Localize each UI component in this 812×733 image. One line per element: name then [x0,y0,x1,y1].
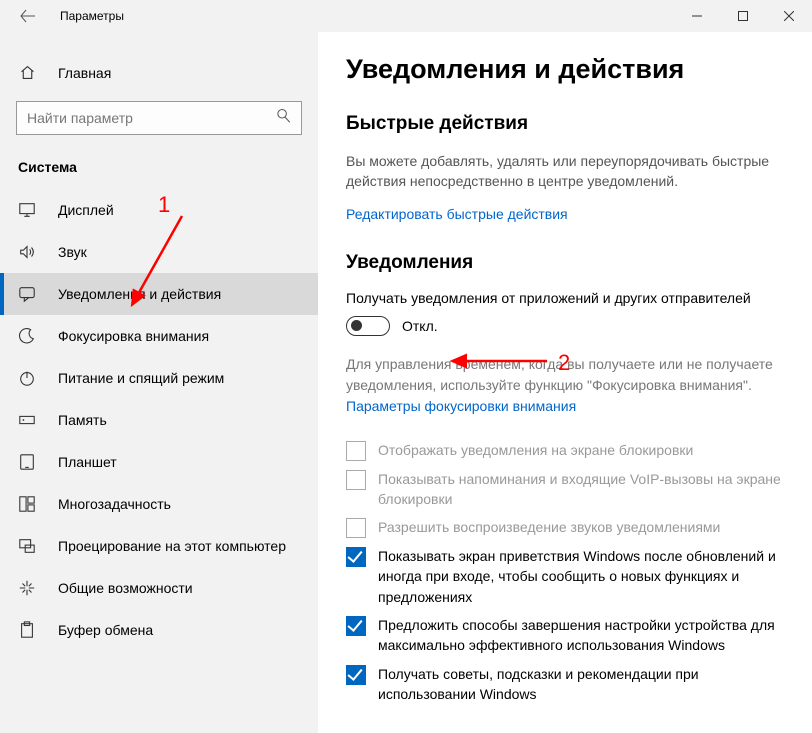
check-row-reminders-voip: Показывать напоминания и входящие VoIP-в… [346,469,784,510]
notification-icon [18,285,36,303]
sidebar-item-multitasking[interactable]: Многозадачность [0,483,318,525]
sidebar-item-label: Общие возможности [58,580,193,596]
projecting-icon [18,537,36,555]
sidebar-item-notifications[interactable]: Уведомления и действия [0,273,318,315]
multitasking-icon [18,495,36,513]
checkbox-label: Показывать экран приветствия Windows пос… [378,546,784,607]
window-title: Параметры [60,9,124,23]
notifications-section: Уведомления Получать уведомления от прил… [346,252,784,705]
sidebar-item-label: Память [58,412,107,428]
sidebar-group-header: Система [0,159,318,189]
get-notifications-label: Получать уведомления от приложений и дру… [346,290,784,306]
focus-assist-desc: Для управления временем, когда вы получа… [346,354,784,396]
sidebar-item-label: Буфер обмена [58,622,153,638]
checkbox-finish-setup[interactable] [346,616,366,636]
page-title: Уведомления и действия [346,54,784,85]
close-button[interactable] [766,0,812,32]
sound-icon [18,243,36,261]
sidebar-home[interactable]: Главная [0,56,318,89]
checkbox-lockscreen-notifications[interactable] [346,441,366,461]
get-notifications-toggle-row: Откл. [346,316,784,336]
checkbox-label: Показывать напоминания и входящие VoIP-в… [378,469,784,510]
sidebar-item-clipboard[interactable]: Буфер обмена [0,609,318,651]
checkbox-label: Отображать уведомления на экране блокиро… [378,440,784,460]
power-icon [18,369,36,387]
check-row-welcome-experience: Показывать экран приветствия Windows пос… [346,546,784,607]
content-area: Уведомления и действия Быстрые действия … [318,32,812,733]
moon-icon [18,327,36,345]
minimize-icon [692,11,702,21]
quick-actions-section: Быстрые действия Вы можете добавлять, уд… [346,113,784,222]
sidebar-home-label: Главная [58,65,111,81]
checkbox-label: Предложить способы завершения настройки … [378,615,784,656]
sidebar-item-label: Питание и спящий режим [58,370,224,386]
sidebar-item-label: Планшет [58,454,117,470]
sidebar-item-label: Проецирование на этот компьютер [58,538,286,554]
search-icon [276,109,292,128]
window-controls [674,0,812,32]
search-wrap [16,101,302,135]
close-icon [784,11,794,21]
checkbox-tips[interactable] [346,665,366,685]
sidebar-item-power[interactable]: Питание и спящий режим [0,357,318,399]
sidebar-item-label: Уведомления и действия [58,286,221,302]
get-notifications-toggle[interactable] [346,316,390,336]
sidebar-item-label: Многозадачность [58,496,171,512]
settings-window: Параметры Главная Система Дисплей [0,0,812,733]
window-body: Главная Система Дисплей Звук Уведомления… [0,32,812,733]
display-icon [18,201,36,219]
minimize-button[interactable] [674,0,720,32]
check-row-finish-setup: Предложить способы завершения настройки … [346,615,784,656]
check-row-sounds: Разрешить воспроизведение звуков уведомл… [346,517,784,538]
sidebar-item-label: Дисплей [58,202,114,218]
tablet-icon [18,453,36,471]
titlebar: Параметры [0,0,812,32]
sidebar-item-focus-assist[interactable]: Фокусировка внимания [0,315,318,357]
maximize-icon [738,11,748,21]
notifications-heading: Уведомления [346,252,784,274]
toggle-state-label: Откл. [402,318,438,334]
arrow-left-icon [20,8,36,24]
sidebar-item-sound[interactable]: Звук [0,231,318,273]
sidebar-item-display[interactable]: Дисплей [0,189,318,231]
sidebar: Главная Система Дисплей Звук Уведомления… [0,32,318,733]
checkbox-label: Получать советы, подсказки и рекомендаци… [378,664,784,705]
sidebar-item-label: Звук [58,244,87,260]
home-icon [18,64,36,81]
focus-assist-settings-link[interactable]: Параметры фокусировки внимания [346,398,576,414]
sidebar-item-storage[interactable]: Память [0,399,318,441]
storage-icon [18,411,36,429]
checkbox-reminders-voip[interactable] [346,470,366,490]
sidebar-item-projecting[interactable]: Проецирование на этот компьютер [0,525,318,567]
maximize-button[interactable] [720,0,766,32]
quick-actions-desc: Вы можете добавлять, удалять или переупо… [346,151,784,192]
back-button[interactable] [16,8,40,24]
sidebar-item-tablet[interactable]: Планшет [0,441,318,483]
sidebar-item-shared-experiences[interactable]: Общие возможности [0,567,318,609]
sidebar-item-label: Фокусировка внимания [58,328,209,344]
clipboard-icon [18,621,36,639]
shared-icon [18,579,36,597]
check-row-lockscreen-notifications: Отображать уведомления на экране блокиро… [346,440,784,461]
edit-quick-actions-link[interactable]: Редактировать быстрые действия [346,206,568,222]
checkbox-label: Разрешить воспроизведение звуков уведомл… [378,517,784,537]
quick-actions-heading: Быстрые действия [346,113,784,135]
checkbox-welcome-experience[interactable] [346,547,366,567]
checkbox-notification-sounds[interactable] [346,518,366,538]
check-row-tips: Получать советы, подсказки и рекомендаци… [346,664,784,705]
search-input[interactable] [16,101,302,135]
